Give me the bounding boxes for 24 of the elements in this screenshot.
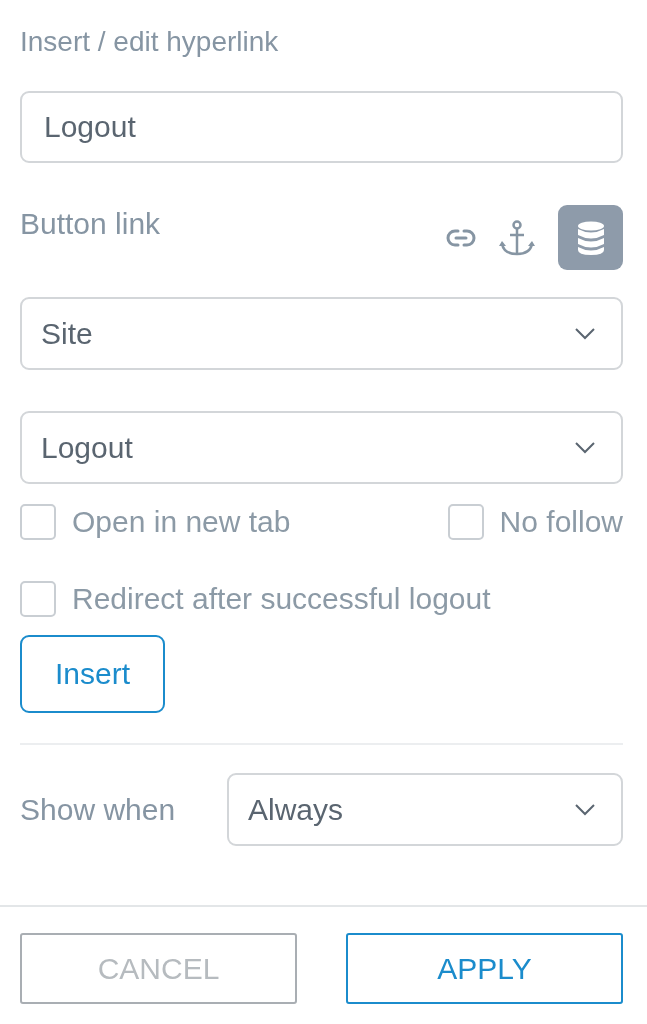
chevron-down-icon — [575, 803, 595, 816]
dropdown[interactable]: Logout — [20, 411, 623, 484]
chevron-down-icon — [575, 441, 595, 454]
show-when-label: Show when — [20, 791, 176, 828]
chevron-down-icon — [575, 327, 595, 340]
dropdown[interactable]: Always — [227, 773, 623, 846]
checkbox[interactable] — [20, 580, 56, 617]
checkbox-label: No follow — [499, 503, 623, 540]
link-icon — [446, 228, 476, 247]
dropdown[interactable]: Site — [20, 297, 623, 370]
checkbox[interactable] — [20, 503, 56, 540]
link-type-toggle[interactable] — [498, 219, 536, 256]
insert-button[interactable]: Insert — [20, 635, 165, 713]
checkbox[interactable] — [447, 503, 484, 540]
link-type-toggle[interactable] — [446, 228, 476, 247]
apply-button[interactable]: APPLY — [346, 933, 623, 1004]
text-field[interactable]: Logout — [20, 91, 623, 163]
checkbox-label: Redirect after successful logout — [72, 580, 491, 617]
link-type-toggle[interactable] — [558, 205, 623, 270]
anchor-icon — [498, 219, 536, 256]
database-icon — [575, 219, 606, 256]
link-type-label: Button link — [20, 206, 161, 242]
checkbox-label: Open in new tab — [72, 503, 291, 540]
dialog-title: Insert / edit hyperlink — [20, 25, 279, 59]
